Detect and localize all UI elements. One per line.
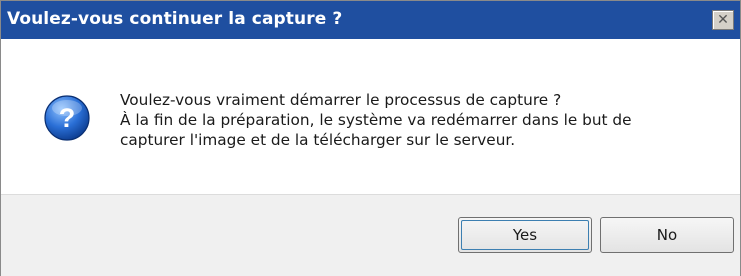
message-line: À la fin de la préparation, le système v… xyxy=(120,111,632,129)
button-bar: Yes No xyxy=(1,194,740,276)
dialog-title: Voulez-vous continuer la capture ? xyxy=(7,9,343,29)
message-line: Voulez-vous vraiment démarrer le process… xyxy=(120,91,562,109)
title-bar[interactable]: Voulez-vous continuer la capture ? ✕ xyxy=(1,1,740,39)
svg-text:?: ? xyxy=(59,103,76,133)
close-icon: ✕ xyxy=(717,12,729,28)
yes-button[interactable]: Yes xyxy=(458,217,592,253)
question-icon: ? xyxy=(44,95,90,141)
message-area: ? Voulez-vous vraiment démarrer le proce… xyxy=(1,39,740,194)
no-button[interactable]: No xyxy=(600,217,734,253)
close-button[interactable]: ✕ xyxy=(712,10,734,30)
capture-dialog: Voulez-vous continuer la capture ? ✕ ? V… xyxy=(0,0,741,276)
message-text: Voulez-vous vraiment démarrer le process… xyxy=(120,90,720,150)
message-line: capturer l'image et de la télécharger su… xyxy=(120,131,516,149)
